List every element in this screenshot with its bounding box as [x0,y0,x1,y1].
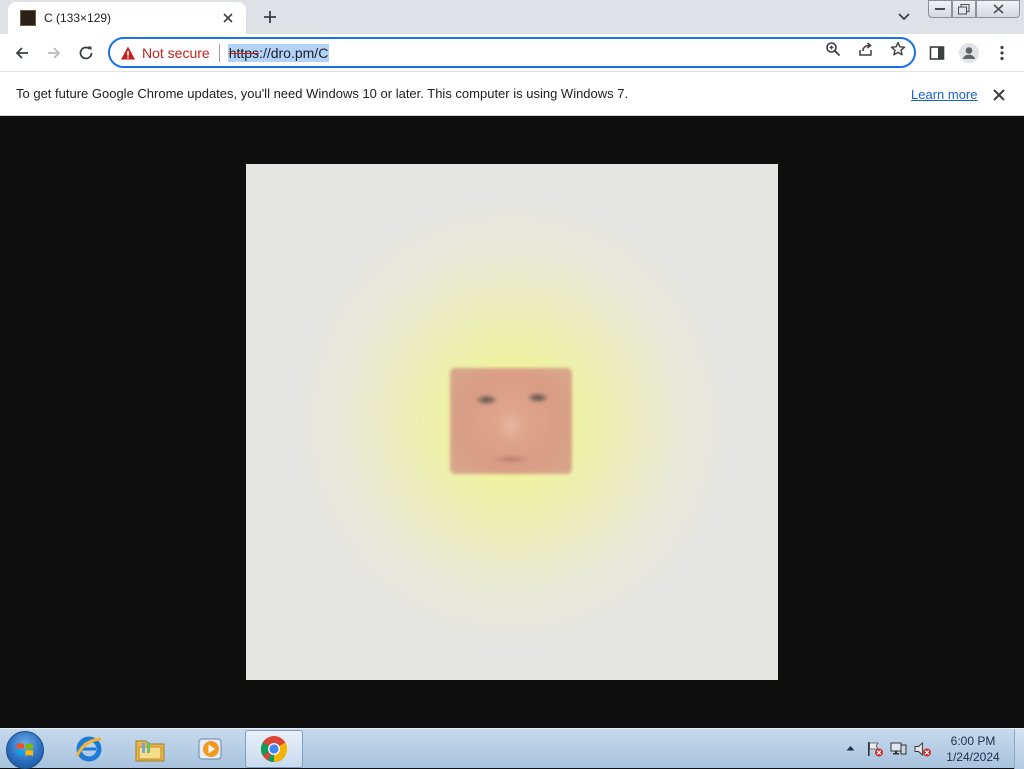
learn-more-link[interactable]: Learn more [911,87,977,102]
url-scheme: https [228,44,260,61]
warning-icon[interactable] [120,45,136,61]
chrome-icon[interactable] [245,730,303,768]
minimize-button[interactable] [928,0,952,18]
window-close-button[interactable] [976,0,1020,18]
windows-explorer-icon[interactable] [121,730,179,768]
side-panel-icon[interactable] [923,39,951,67]
start-button[interactable] [6,731,44,769]
reload-button[interactable] [72,39,100,67]
menu-kebab-icon[interactable] [988,39,1016,67]
update-infobar: To get future Google Chrome updates, you… [0,71,1024,116]
url-path: ://dro.pm/C [259,44,329,61]
back-button[interactable] [8,39,36,67]
browser-toolbar: Not secure https://dro.pm/C [0,34,1024,91]
tab-strip: C (133×129) [0,0,1024,34]
bookmark-star-icon[interactable] [888,39,908,59]
forward-button[interactable] [40,39,68,67]
tab-favicon-icon [20,10,36,26]
clock-date: 1/24/2024 [946,750,1000,764]
tab-search-chevron-icon[interactable] [894,8,914,26]
tab-title: C (133×129) [44,11,112,25]
show-desktop-button[interactable] [1014,729,1024,769]
show-hidden-icons-icon[interactable] [844,741,856,755]
internet-explorer-icon[interactable] [60,730,118,768]
tab-close-icon[interactable] [220,10,236,26]
media-player-icon[interactable] [182,730,240,768]
network-icon[interactable] [890,741,908,757]
share-icon[interactable] [856,39,876,59]
infobar-message: To get future Google Chrome updates, you… [16,86,629,101]
face-photo [450,368,572,474]
page-viewport [0,116,1024,728]
action-center-flag-icon[interactable] [866,741,884,757]
displayed-image[interactable] [246,164,778,680]
browser-tab[interactable]: C (133×129) [8,2,246,34]
volume-muted-icon[interactable] [914,741,932,757]
restore-button[interactable] [952,0,976,18]
windows-taskbar: 6:00 PM 1/24/2024 [0,728,1024,769]
url-text[interactable]: https://dro.pm/C [227,43,330,62]
zoom-icon[interactable] [823,39,843,59]
system-clock[interactable]: 6:00 PM 1/24/2024 [938,733,1008,765]
clock-time: 6:00 PM [950,734,996,748]
security-status-label[interactable]: Not secure [142,45,210,61]
address-bar[interactable]: Not secure https://dro.pm/C [108,37,916,68]
infobar-close-icon[interactable] [990,86,1008,104]
profile-avatar-icon[interactable] [955,39,983,67]
new-tab-button[interactable] [258,6,282,28]
omnibox-divider [218,43,220,62]
